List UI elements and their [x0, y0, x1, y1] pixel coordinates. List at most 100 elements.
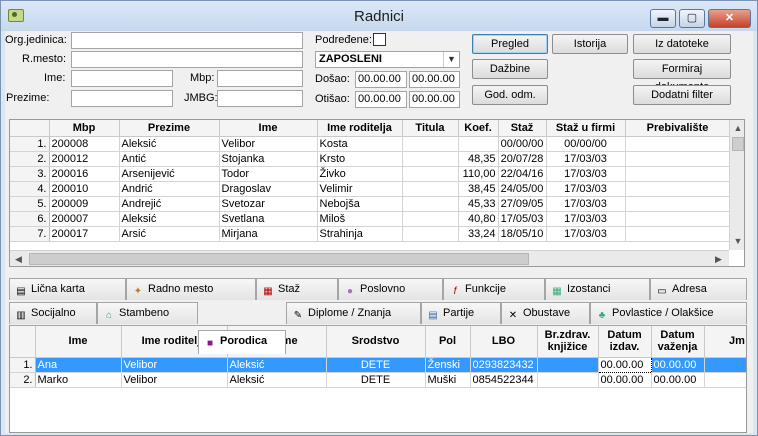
cell-ime[interactable]: Ana [35, 357, 122, 373]
iz-datoteke-button[interactable]: Iz datoteke [633, 34, 731, 54]
cell-mbp[interactable]: 200007 [49, 211, 120, 227]
cell-roditelj[interactable]: Nebojša [317, 196, 403, 212]
table-row[interactable]: 6. 200007 Aleksić Svetlana Miloš 40,80 17/05/0… [10, 211, 731, 227]
row-number[interactable]: 1. [10, 136, 50, 152]
tab-stambeno[interactable]: ⌂ Stambeno [97, 302, 198, 324]
cell-staz_firma[interactable]: 17/03/03 [546, 181, 626, 197]
cell-pol[interactable]: Ženski [425, 357, 471, 373]
pregled-button[interactable]: Pregled [472, 34, 548, 54]
cell-staz_firma[interactable]: 17/03/03 [546, 196, 626, 212]
row-number[interactable]: 2. [10, 151, 50, 167]
row-number[interactable]: 3. [10, 166, 50, 182]
otisao-from-input[interactable]: 00.00.00 [355, 91, 407, 108]
column-header[interactable]: Staž u firmi [546, 120, 626, 137]
mbp-input[interactable] [217, 70, 303, 87]
table-row[interactable]: 4. 200010 Andrić Dragoslav Velimir 38,45 24/05… [10, 181, 731, 197]
cell-ime[interactable]: Svetozar [219, 196, 318, 212]
cell-staz[interactable]: 20/07/28 [498, 151, 547, 167]
cell-preb[interactable] [625, 166, 731, 182]
prezime-input[interactable] [71, 90, 173, 107]
cell-prezime[interactable]: Andrić [119, 181, 220, 197]
tab-radno-mesto[interactable]: ✦ Radno mesto [126, 278, 256, 300]
cell-staz_firma[interactable]: 17/03/03 [546, 151, 626, 167]
cell-knjizica[interactable] [537, 372, 599, 388]
cell-knjizica[interactable] [537, 357, 599, 373]
cell-ime[interactable]: Marko [35, 372, 122, 388]
cell-koef[interactable] [458, 136, 499, 152]
column-header[interactable]: Srodstvo [326, 326, 426, 358]
tab-poslovno[interactable]: ● Poslovno [338, 278, 443, 300]
cell-roditelj[interactable]: Velimir [317, 181, 403, 197]
cell-izdav[interactable]: 00.00.00 [598, 372, 652, 388]
cell-ime[interactable]: Mirjana [219, 226, 318, 242]
cell-titula[interactable] [402, 181, 459, 197]
cell-prezime[interactable]: Arsenijević [119, 166, 220, 182]
cell-staz[interactable]: 17/05/03 [498, 211, 547, 227]
column-header[interactable]: Prebivalište [625, 120, 731, 137]
cell-preb[interactable] [625, 196, 731, 212]
jmbg-input[interactable] [217, 90, 303, 107]
cell-preb[interactable] [625, 226, 731, 242]
cell-prezime[interactable]: Andrejić [119, 196, 220, 212]
cell-pol[interactable]: Muški [425, 372, 471, 388]
cell-koef[interactable]: 38,45 [458, 181, 499, 197]
tab-socijalno[interactable]: ▥ Socijalno [9, 302, 97, 324]
tab-porodica[interactable]: ■ Porodica [198, 330, 286, 354]
cell-mbp[interactable]: 200009 [49, 196, 120, 212]
tab-obustave[interactable]: ✕ Obustave [501, 302, 590, 324]
cell-srodstvo[interactable]: DETE [326, 357, 426, 373]
row-number[interactable]: 6. [10, 211, 50, 227]
cell-preb[interactable] [625, 181, 731, 197]
table-row[interactable]: 3. 200016 Arsenijević Todor Živko 110,00 22/04… [10, 166, 731, 182]
cell-prezime[interactable]: Aleksić [227, 357, 327, 373]
tab-staz[interactable]: ▦ Staž [256, 278, 338, 300]
cell-preb[interactable] [625, 211, 731, 227]
cell-roditelj[interactable]: Velibor [121, 357, 228, 373]
cell-roditelj[interactable]: Miloš [317, 211, 403, 227]
column-header[interactable]: Jm [704, 326, 746, 358]
cell-staz_firma[interactable]: 17/03/03 [546, 211, 626, 227]
cell-preb[interactable] [625, 136, 731, 152]
cell-titula[interactable] [402, 211, 459, 227]
cell-prezime[interactable]: Antić [119, 151, 220, 167]
cell-roditelj[interactable]: Kosta [317, 136, 403, 152]
cell-jm[interactable] [704, 372, 746, 388]
row-number[interactable]: 4. [10, 181, 50, 197]
table-row[interactable]: 1. Ana Velibor Aleksić DETE Ženski 0293823432 0… [10, 356, 746, 373]
cell-titula[interactable] [402, 196, 459, 212]
scroll-down-icon[interactable]: ▼ [730, 233, 744, 250]
maximize-button[interactable]: ▢ [679, 9, 705, 28]
dodatni-filter-button[interactable]: Dodatni filter [633, 85, 731, 105]
cell-roditelj[interactable]: Strahinja [317, 226, 403, 242]
cell-mbp[interactable]: 200008 [49, 136, 120, 152]
otisao-to-input[interactable]: 00.00.00 [409, 91, 460, 108]
cell-mbp[interactable]: 200010 [49, 181, 120, 197]
column-header[interactable]: LBO [470, 326, 538, 358]
cell-roditelj[interactable]: Krsto [317, 151, 403, 167]
column-header[interactable]: Prezime [119, 120, 220, 137]
tab-adresa[interactable]: ▭ Adresa [650, 278, 747, 300]
cell-koef[interactable]: 33,24 [458, 226, 499, 242]
tab-funkcije[interactable]: f Funkcije [443, 278, 545, 300]
cell-mbp[interactable]: 200012 [49, 151, 120, 167]
cell-staz_firma[interactable]: 17/03/03 [546, 166, 626, 182]
column-header[interactable]: Ime roditelja [317, 120, 403, 137]
cell-prezime[interactable]: Arsić [119, 226, 220, 242]
org-input[interactable] [71, 32, 303, 49]
tab-povlastice[interactable]: ♣ Povlastice / Olakšice [590, 302, 747, 324]
formiraj-dokumente-button[interactable]: Formiraj dokumente [633, 59, 731, 93]
ime-input[interactable] [71, 70, 173, 87]
dosao-from-input[interactable]: 00.00.00 [355, 71, 407, 88]
cell-staz[interactable]: 18/05/10 [498, 226, 547, 242]
title-bar[interactable]: Radnici ▬ ▢ ✕ [1, 1, 757, 31]
column-header[interactable]: Datum važenja [651, 326, 705, 358]
cell-staz[interactable]: 24/05/00 [498, 181, 547, 197]
vertical-scrollbar[interactable]: ▲ ▼ [729, 120, 744, 250]
cell-vazenja[interactable]: 00.00.00 [651, 372, 705, 388]
row-number[interactable]: 1. [10, 357, 36, 373]
cell-preb[interactable] [625, 151, 731, 167]
cell-roditelj[interactable]: Velibor [121, 372, 228, 388]
table-row[interactable]: 1. 200008 Aleksić Velibor Kosta 00/00/00 00/00… [10, 136, 731, 152]
cell-titula[interactable] [402, 136, 459, 152]
cell-prezime[interactable]: Aleksić [227, 372, 327, 388]
